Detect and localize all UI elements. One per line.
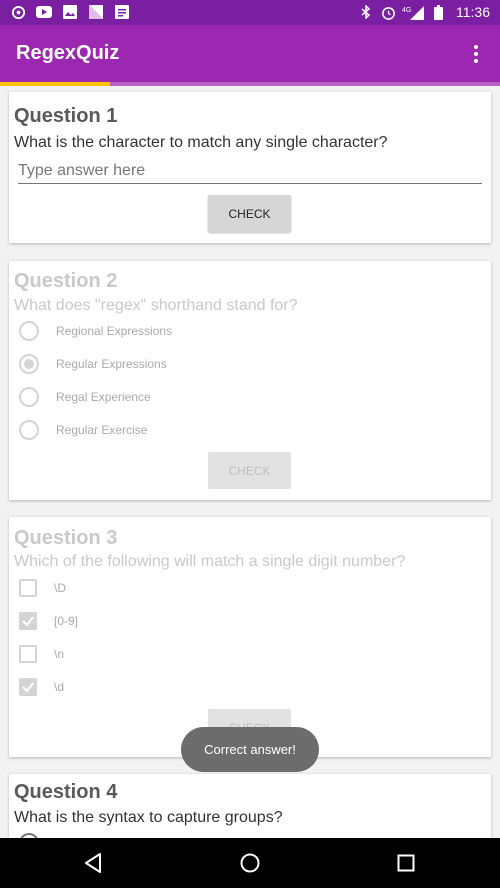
question-card-4: Question 4 What is the syntax to capture…	[9, 774, 491, 838]
alarm-icon	[380, 4, 396, 20]
status-bar: 4G 11:36	[0, 0, 500, 25]
option-label: Regal Experience	[56, 390, 151, 404]
image-icon	[62, 4, 78, 20]
recents-icon[interactable]	[393, 850, 419, 876]
back-icon[interactable]	[80, 850, 106, 876]
quiz-scroll-area[interactable]: Question 1 What is the character to matc…	[0, 86, 500, 838]
news-icon	[88, 4, 104, 20]
checkbox[interactable]	[19, 612, 37, 630]
svg-text:4G: 4G	[402, 7, 411, 14]
option-label: Regular Exercise	[56, 423, 148, 437]
question-text: What does "regex" shorthand stand for?	[14, 297, 298, 314]
question-title: Question 1	[14, 105, 118, 127]
checkbox-option[interactable]: \n	[19, 642, 64, 666]
youtube-icon	[36, 4, 52, 20]
bluetooth-icon	[358, 4, 374, 20]
check-mark-icon	[22, 616, 34, 627]
checkbox[interactable]	[19, 645, 37, 663]
check-button[interactable]: CHECK	[208, 452, 291, 489]
option-label: \n	[54, 647, 65, 661]
question-card-2: Question 2 What does "regex" shorthand s…	[9, 261, 491, 500]
toast-message: Correct answer!	[181, 727, 319, 772]
answer-input[interactable]	[18, 158, 482, 184]
question-card-1: Question 1 What is the character to matc…	[9, 92, 491, 243]
question-text: Which of the following will match a sing…	[14, 553, 406, 570]
checkbox[interactable]	[19, 678, 37, 696]
question-text: What is the character to match any singl…	[14, 134, 388, 151]
app-bar: RegexQuiz	[0, 25, 500, 82]
more-vert-icon[interactable]	[464, 39, 488, 69]
question-title: Question 4	[14, 781, 118, 803]
checkbox[interactable]	[19, 579, 37, 597]
app-title: RegexQuiz	[16, 42, 120, 64]
radio-option[interactable]	[19, 831, 39, 838]
option-label: \D	[54, 581, 66, 595]
radio-button[interactable]	[19, 420, 39, 440]
question-title: Question 3	[14, 527, 118, 549]
radio-button[interactable]	[19, 387, 39, 407]
radio-button[interactable]	[19, 321, 39, 341]
checkbox-option[interactable]: \D	[19, 576, 66, 600]
battery-icon	[430, 4, 446, 20]
radio-option[interactable]: Regular Expressions	[19, 352, 167, 376]
radio-option[interactable]: Regal Experience	[19, 385, 151, 409]
checkbox-option[interactable]: \d	[19, 675, 64, 699]
question-title: Question 2	[14, 270, 118, 292]
question-text: What is the syntax to capture groups?	[14, 809, 283, 826]
option-label: [0-9]	[54, 614, 79, 628]
option-label: Regional Expressions	[56, 324, 173, 338]
check-button[interactable]: CHECK	[208, 195, 291, 232]
option-label: Regular Expressions	[56, 357, 167, 371]
radio-button[interactable]	[19, 354, 39, 374]
sync-icon	[10, 4, 26, 20]
home-icon[interactable]	[237, 850, 263, 876]
navigation-bar	[0, 838, 500, 888]
signal-icon: 4G	[402, 4, 424, 20]
checkbox-option[interactable]: [0-9]	[19, 609, 78, 633]
option-label: \d	[54, 680, 65, 694]
radio-option[interactable]: Regional Expressions	[19, 319, 172, 343]
radio-option[interactable]: Regular Exercise	[19, 418, 147, 442]
question-card-3: Question 3 Which of the following will m…	[9, 517, 491, 757]
check-mark-icon	[22, 682, 34, 693]
message-icon	[114, 4, 130, 20]
clock-time: 11:36	[456, 4, 490, 20]
